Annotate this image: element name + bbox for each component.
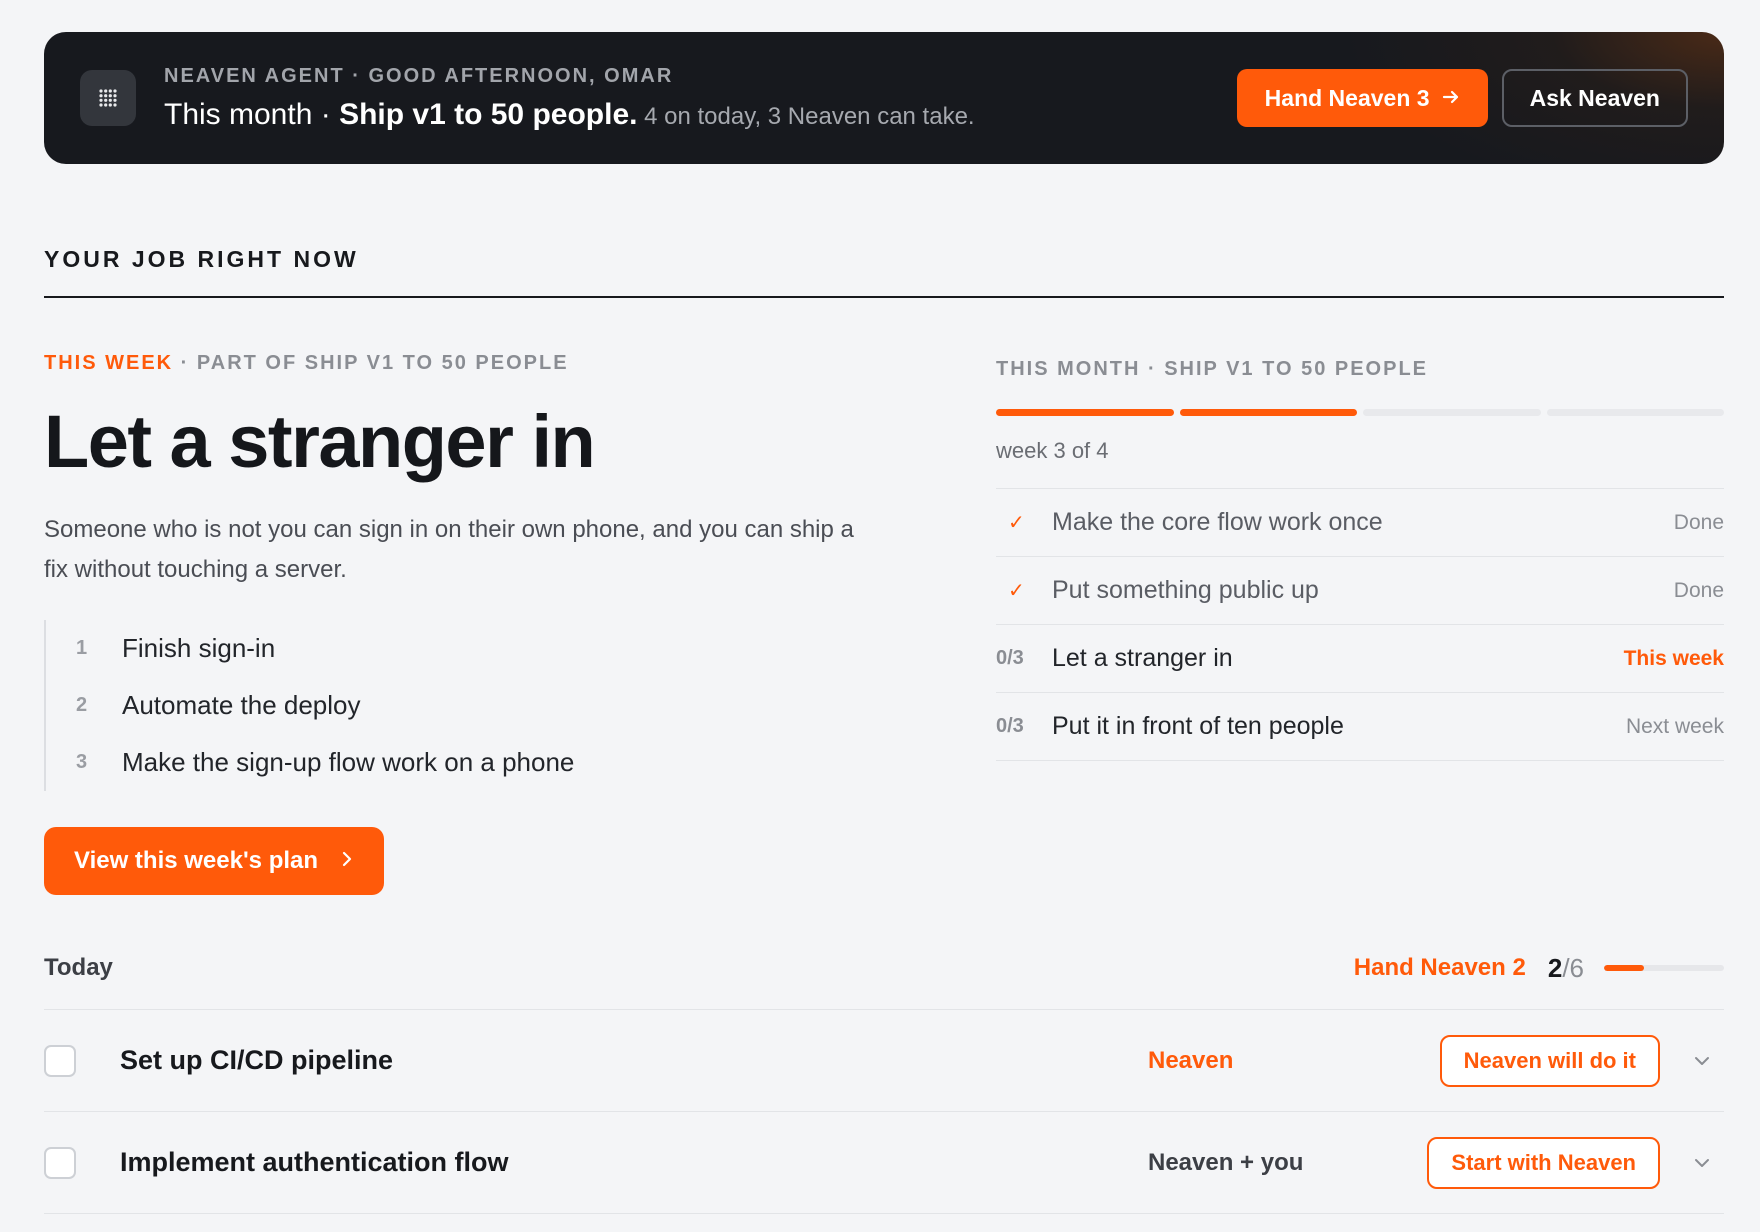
milestone-row[interactable]: ✓ Make the core flow work once Done [996, 489, 1724, 557]
week-title: Let a stranger in [44, 400, 596, 483]
month-progress-bar [996, 409, 1724, 416]
task-checkbox[interactable] [44, 1146, 76, 1179]
task-title: Implement authentication flow [120, 1147, 509, 1177]
milestone-label: Put something public up [1052, 576, 1319, 604]
page: NEAVEN AGENT · GOOD AFTERNOON, OMAR This… [0, 0, 1760, 1232]
today-progress-fill [1604, 965, 1644, 971]
step-item: 2 Automate the deploy [76, 677, 904, 734]
milestone-status: This week [1623, 646, 1724, 670]
section-title: YOUR JOB RIGHT NOW [44, 246, 359, 272]
banner-headline-goal: Ship v1 to 50 people. [339, 97, 638, 131]
step-label: Make the sign-up flow work on a phone [122, 747, 575, 777]
step-number: 1 [76, 637, 88, 659]
task-row: Implement authentication flow Neaven + y… [44, 1112, 1724, 1214]
today-done-count: 2 [1547, 952, 1563, 983]
today-header: Today Hand Neaven 2 2/6 [44, 950, 1724, 986]
check-icon: ✓ [1008, 512, 1025, 534]
week-eyebrow-rest: · PART OF SHIP V1 TO 50 PEOPLE [173, 352, 569, 374]
arrow-right-icon [1442, 85, 1460, 112]
ask-neaven-button[interactable]: Ask Neaven [1501, 69, 1688, 127]
milestone-label: Let a stranger in [1052, 644, 1233, 672]
milestone-row[interactable]: 0/3 Put it in front of ten people Next w… [996, 693, 1724, 761]
week-steps: 1 Finish sign-in 2 Automate the deploy 3… [44, 620, 904, 791]
task-owner: Neaven [1148, 1046, 1234, 1074]
step-number: 3 [76, 751, 88, 773]
week-description: Someone who is not you can sign in on th… [44, 516, 854, 583]
view-week-plan-label: View this week's plan [74, 847, 319, 874]
banner-eyebrow: NEAVEN AGENT · GOOD AFTERNOON, OMAR [164, 64, 674, 87]
check-icon: ✓ [1008, 580, 1025, 602]
view-week-plan-button[interactable]: View this week's plan [44, 827, 385, 895]
chevron-down-icon[interactable] [1660, 1157, 1724, 1169]
milestone-status: Next week [1625, 714, 1724, 738]
banner-actions: Hand Neaven 3 Ask Neaven [1236, 69, 1688, 127]
month-progress-segment [1546, 409, 1724, 416]
milestone-status: Done [1673, 578, 1724, 602]
dot-grid-icon [80, 70, 136, 126]
chevron-right-icon [340, 847, 354, 875]
agent-banner: NEAVEN AGENT · GOOD AFTERNOON, OMAR This… [44, 32, 1724, 164]
milestone-row[interactable]: ✓ Put something public up Done [996, 557, 1724, 625]
milestone-status: Done [1673, 510, 1724, 534]
this-week-panel: THIS WEEK · PART OF SHIP V1 TO 50 PEOPLE… [44, 352, 904, 895]
task-owner: Neaven + you [1148, 1148, 1304, 1176]
banner-headline-sub: 4 on today, 3 Neaven can take. [637, 102, 975, 130]
milestone-label: Make the core flow work once [1052, 508, 1383, 536]
week-eyebrow: THIS WEEK · PART OF SHIP V1 TO 50 PEOPLE [44, 352, 904, 375]
week-eyebrow-accent: THIS WEEK [44, 352, 174, 374]
today-count: 2/6 [1548, 953, 1584, 984]
week-counter: week 3 of 4 [996, 438, 1724, 489]
today-progress-bar [1604, 965, 1724, 971]
hand-neaven-label: Hand Neaven 3 [1264, 84, 1430, 111]
banner-headline-prefix: This month · [164, 97, 340, 131]
milestone-row[interactable]: 0/3 Let a stranger in This week [996, 625, 1724, 693]
neaven-will-do-it-button[interactable]: Neaven will do it [1439, 1034, 1660, 1087]
step-label: Finish sign-in [122, 633, 276, 663]
today-total-count: /6 [1562, 952, 1584, 983]
task-action: Neaven will do it [1412, 1034, 1660, 1087]
task-checkbox[interactable] [44, 1044, 76, 1077]
task-title: Set up CI/CD pipeline [120, 1045, 394, 1075]
step-label: Automate the deploy [122, 690, 361, 720]
hand-neaven-button[interactable]: Hand Neaven 3 [1236, 69, 1488, 127]
task-action: Start with Neaven [1412, 1136, 1660, 1189]
task-row: Set up CI/CD pipeline Neaven Neaven will… [44, 1010, 1724, 1112]
month-eyebrow: THIS MONTH · SHIP V1 TO 50 PEOPLE [996, 358, 1429, 380]
start-with-neaven-button[interactable]: Start with Neaven [1427, 1136, 1660, 1189]
step-item: 3 Make the sign-up flow work on a phone [76, 734, 904, 791]
milestone-label: Put it in front of ten people [1052, 712, 1344, 740]
banner-text: NEAVEN AGENT · GOOD AFTERNOON, OMAR This… [164, 65, 1237, 132]
today-title: Today [44, 954, 113, 981]
month-progress-segment [1179, 409, 1357, 416]
milestone-progress: 0/3 [996, 715, 1024, 737]
step-item: 1 Finish sign-in [76, 620, 904, 677]
task-list: Set up CI/CD pipeline Neaven Neaven will… [44, 1009, 1724, 1214]
banner-headline: This month · Ship v1 to 50 people. 4 on … [164, 98, 1237, 132]
chevron-down-icon[interactable] [1660, 1055, 1724, 1067]
milestone-progress: 0/3 [996, 647, 1024, 669]
month-progress-segment [996, 409, 1174, 416]
section-divider [44, 296, 1724, 298]
hand-neaven-today-link[interactable]: Hand Neaven 2 [1354, 954, 1526, 982]
this-month-panel: THIS MONTH · SHIP V1 TO 50 PEOPLE week 3… [996, 358, 1724, 761]
step-number: 2 [76, 694, 88, 716]
month-progress-segment [1363, 409, 1541, 416]
